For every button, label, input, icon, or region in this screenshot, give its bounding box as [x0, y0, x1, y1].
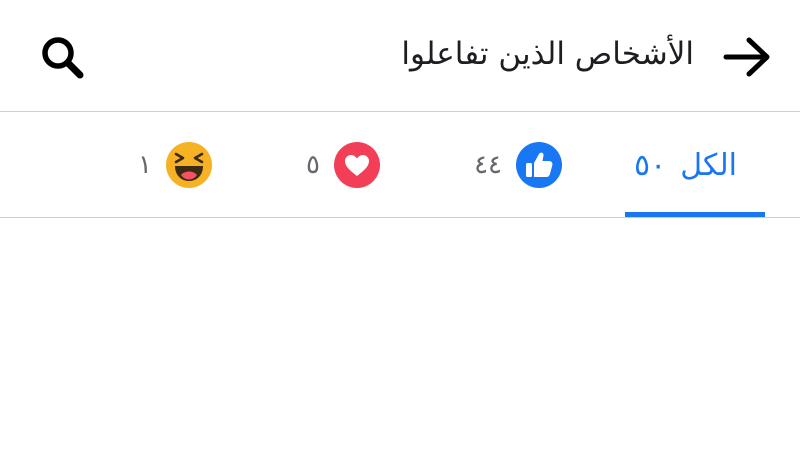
tab-like[interactable]: ٤٤ [450, 112, 580, 217]
reaction-tabs: الكل ٥٠ ٤٤ ٥ ١ [0, 112, 800, 218]
active-tab-indicator [625, 212, 765, 217]
back-button[interactable] [718, 32, 774, 82]
tab-all-count: ٥٠ [634, 147, 667, 183]
search-button[interactable] [36, 32, 92, 82]
tab-love[interactable]: ٥ [288, 112, 398, 217]
search-icon [42, 37, 84, 79]
page-title: الأشخاص الذين تفاعلوا [401, 36, 694, 72]
arrow-right-icon [723, 37, 770, 77]
header-bar: الأشخاص الذين تفاعلوا [0, 0, 800, 112]
like-icon [516, 142, 562, 188]
haha-icon [166, 142, 212, 188]
tab-all-label: الكل [680, 147, 737, 183]
reactions-list-empty [0, 218, 800, 450]
reactions-page: الأشخاص الذين تفاعلوا الكل ٥٠ ٤٤ ٥ ١ [0, 0, 800, 450]
love-icon [334, 142, 380, 188]
tab-like-count: ٤٤ [474, 150, 502, 180]
tab-love-count: ٥ [306, 150, 320, 180]
tab-haha-count: ١ [138, 150, 152, 180]
tab-all[interactable]: الكل ٥٠ [625, 112, 765, 217]
tab-haha[interactable]: ١ [120, 112, 230, 217]
